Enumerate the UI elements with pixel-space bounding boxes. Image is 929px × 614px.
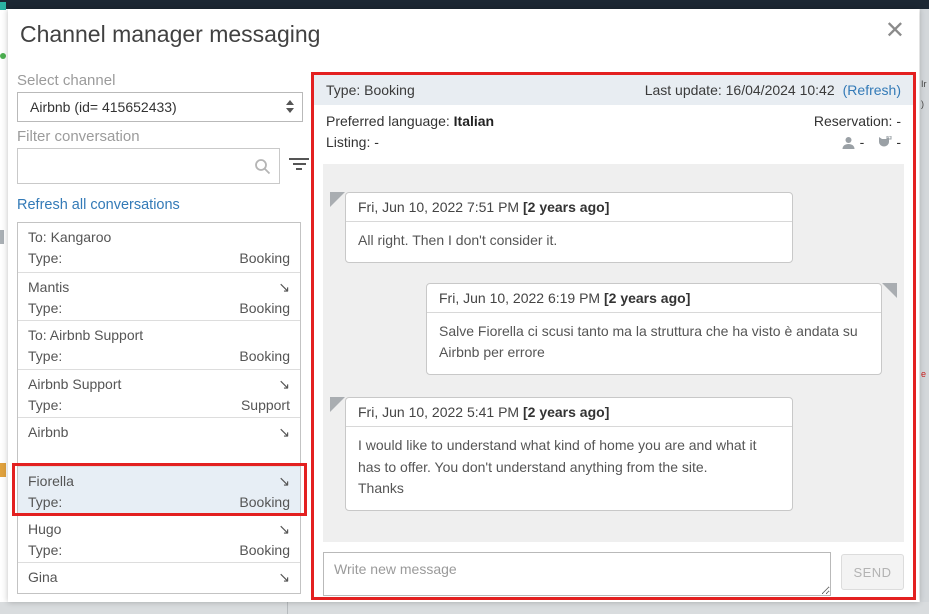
conversation-type-label: Type: (28, 248, 62, 269)
conversation-name: Airbnb (28, 422, 68, 443)
conversation-item-gina[interactable]: Gina ↘ (18, 563, 300, 593)
close-icon[interactable]: ✕ (885, 19, 905, 43)
last-update-text: Last update: 16/04/2024 10:42 (645, 82, 835, 98)
conversation-item-airbnb-support-to[interactable]: To: Airbnb Support Type: Booking (18, 321, 300, 370)
preferred-language-label: Preferred language: (326, 113, 454, 129)
conversation-name: Hugo (28, 519, 61, 540)
message-ago: [2 years ago] (523, 199, 609, 215)
conversation-item-mantis[interactable]: Mantis ↘ Type: Booking (18, 273, 300, 321)
conversation-type-value: Support (241, 395, 290, 416)
message-ago: [2 years ago] (523, 404, 609, 420)
message-history: Fri, Jun 10, 2022 7:51 PM [2 years ago] … (323, 164, 904, 542)
guest-count-value: - (860, 132, 865, 153)
guest-icon (841, 136, 856, 150)
background-page-strip: Ir ) e (920, 9, 929, 602)
conversation-name: To: Airbnb Support (28, 325, 143, 346)
filter-conversation-field (17, 148, 280, 184)
message-bubble-incoming: Fri, Jun 10, 2022 7:51 PM [2 years ago] … (345, 192, 793, 263)
pet-icon (876, 136, 892, 150)
background-text-fragment: ) (921, 99, 924, 109)
channel-manager-messaging-modal: Channel manager messaging ✕ Select chann… (8, 9, 919, 602)
open-conversation-icon: ↘ (278, 374, 290, 395)
conversation-panel-header: Type: Booking Last update: 16/04/2024 10… (314, 75, 913, 105)
background-logo-fragment (0, 2, 6, 10)
conversation-item-fiorella[interactable]: Fiorella ↘ Type: Booking (18, 467, 300, 515)
message-timestamp: Fri, Jun 10, 2022 6:19 PM [2 years ago] (427, 284, 881, 313)
open-conversation-icon: ↘ (278, 567, 290, 588)
filter-icon[interactable] (288, 158, 310, 174)
conversation-name: Gina (28, 567, 58, 588)
conversation-name: Airbnb Support (28, 374, 121, 395)
preferred-language-value: Italian (454, 113, 494, 129)
background-text-fragment: e (921, 369, 926, 379)
conversation-name: Fiorella (28, 471, 74, 492)
new-message-input[interactable] (323, 552, 831, 596)
pet-count-value: - (896, 132, 901, 153)
background-orange-fragment (0, 463, 6, 477)
background-gray-fragment (0, 230, 4, 244)
message-text: Salve Fiorella ci scusi tanto ma la stru… (427, 313, 881, 374)
message-text: I would like to understand what kind of … (346, 427, 792, 510)
conversation-type: Type: Booking (326, 82, 415, 98)
refresh-all-conversations-link[interactable]: Refresh all conversations (17, 197, 180, 213)
conversation-type-value: Booking (239, 248, 290, 269)
filter-conversation-label: Filter conversation (17, 128, 140, 145)
conversation-info-bar: Preferred language: Italian Listing: - R… (314, 105, 913, 160)
open-conversation-icon: ↘ (278, 519, 290, 540)
message-ago: [2 years ago] (604, 290, 690, 306)
conversation-item-hugo[interactable]: Hugo ↘ Type: Booking (18, 515, 300, 563)
message-timestamp: Fri, Jun 10, 2022 7:51 PM [2 years ago] (346, 193, 792, 222)
conversation-type-label: Type: (28, 298, 62, 319)
reservation-label: Reservation: (814, 113, 896, 129)
modal-title: Channel manager messaging (20, 21, 320, 48)
background-green-dot (0, 53, 6, 59)
channel-select-value: Airbnb (id= 415652433) (30, 99, 177, 115)
bubble-pointer-icon (330, 397, 345, 412)
search-icon (254, 158, 271, 175)
conversation-type-label: Type: (28, 346, 62, 367)
conversation-item-airbnb[interactable]: Airbnb ↘ (18, 418, 300, 467)
conversation-type-label: Type: (28, 395, 62, 416)
message-time: Fri, Jun 10, 2022 7:51 PM (358, 199, 523, 215)
message-text: All right. Then I don't consider it. (346, 222, 792, 262)
conversation-name: Mantis (28, 277, 69, 298)
conversation-list: To: Kangaroo Type: Booking Mantis ↘ Type: B… (17, 222, 301, 594)
refresh-conversation-link[interactable]: (Refresh) (843, 82, 901, 98)
filter-conversation-input[interactable] (18, 149, 279, 183)
background-text-fragment: Ir (921, 79, 927, 89)
conversation-type-label: Type: (28, 540, 62, 561)
conversation-panel: Type: Booking Last update: 16/04/2024 10… (311, 72, 916, 600)
conversation-name: To: Kangaroo (28, 227, 111, 248)
background-navbar (0, 0, 929, 9)
conversation-type-label: Type: (28, 492, 62, 513)
open-conversation-icon: ↘ (278, 277, 290, 298)
listing-value: - (374, 134, 379, 150)
listing-label: Listing: (326, 134, 374, 150)
reservation-value: - (896, 113, 901, 129)
background-bottom-strip (0, 602, 929, 614)
channel-select[interactable]: Airbnb (id= 415652433) (17, 92, 303, 122)
open-conversation-icon: ↘ (278, 422, 290, 443)
bubble-pointer-icon (882, 283, 897, 298)
open-conversation-icon: ↘ (278, 471, 290, 492)
select-channel-label: Select channel (17, 72, 115, 89)
compose-bar: SEND (323, 552, 904, 596)
background-divider (287, 602, 288, 614)
conversation-type-value: Booking (239, 540, 290, 561)
message-bubble-incoming: Fri, Jun 10, 2022 5:41 PM [2 years ago] … (345, 397, 793, 511)
conversation-type-value: Booking (239, 298, 290, 319)
conversation-type-value: Booking (239, 346, 290, 367)
conversation-type-value: Booking (239, 492, 290, 513)
conversation-item-airbnb-support[interactable]: Airbnb Support ↘ Type: Support (18, 370, 300, 418)
message-timestamp: Fri, Jun 10, 2022 5:41 PM [2 years ago] (346, 398, 792, 427)
send-button[interactable]: SEND (841, 554, 904, 590)
message-bubble-outgoing: Fri, Jun 10, 2022 6:19 PM [2 years ago] … (426, 283, 882, 375)
conversation-item-kangaroo[interactable]: To: Kangaroo Type: Booking (18, 223, 300, 273)
message-time: Fri, Jun 10, 2022 5:41 PM (358, 404, 523, 420)
select-spinner-icon (286, 100, 294, 113)
bubble-pointer-icon (330, 192, 345, 207)
message-time: Fri, Jun 10, 2022 6:19 PM (439, 290, 604, 306)
